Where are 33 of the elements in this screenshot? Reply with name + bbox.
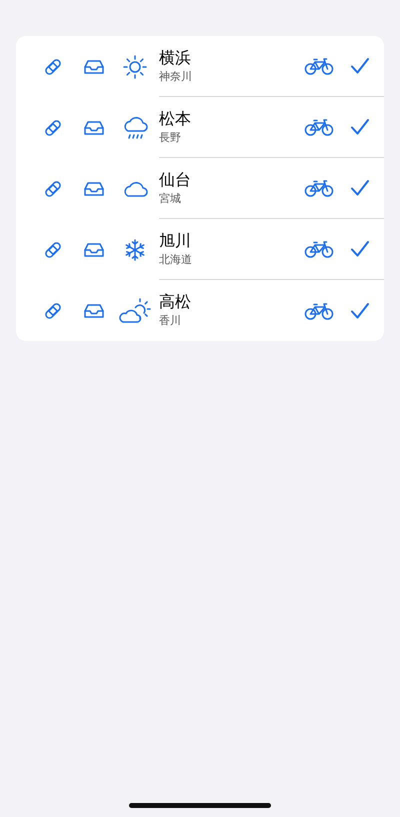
bicycle-icon [304,239,334,259]
bandage-icon [42,178,62,198]
tray-icon [82,58,104,76]
bandage-icon [42,240,62,260]
checkmark-icon[interactable] [350,240,370,258]
bandage-icon [42,300,62,320]
city-name: 旭川 [159,230,192,251]
tray-icon [82,180,104,198]
tray-icon [82,240,104,258]
prefecture-name: 宮城 [159,192,182,206]
prefecture-name: 北海道 [159,252,193,268]
prefecture-name: 香川 [159,314,182,329]
bandage-icon [42,118,62,138]
city-name: 仙台 [159,170,192,190]
bicycle-icon [304,117,334,137]
tray-icon [82,118,104,136]
bicycle-icon [304,178,334,198]
checkmark-icon[interactable] [350,118,370,136]
prefecture-name: 神奈川 [159,70,193,84]
partly-sunny-icon [118,298,152,324]
snowflake-icon [122,238,146,262]
checkmark-icon[interactable] [350,57,370,75]
checkmark-icon[interactable] [350,302,370,320]
city-name: 横浜 [159,48,192,68]
sun-icon [122,54,148,80]
city-name: 高松 [159,292,192,312]
prefecture-name: 長野 [159,130,182,146]
bicycle-icon [304,56,334,76]
city-name: 松本 [159,108,192,129]
tray-icon [82,302,104,320]
bicycle-icon [304,300,334,320]
checkmark-icon[interactable] [350,179,370,197]
bandage-icon [42,56,62,76]
